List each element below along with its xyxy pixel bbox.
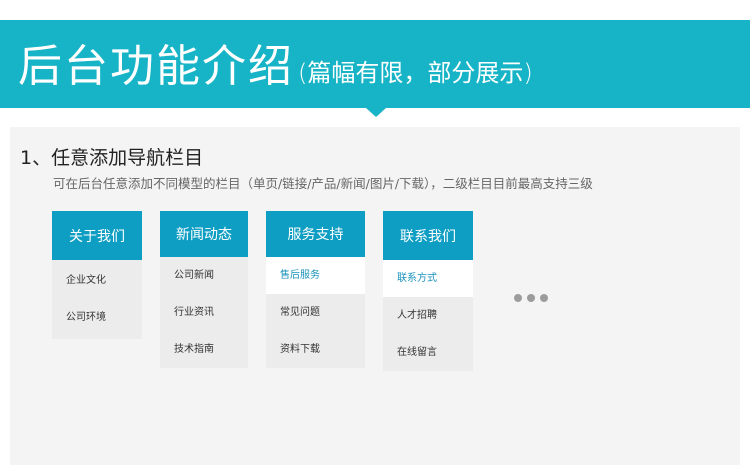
- ellipsis-icon: [514, 294, 548, 302]
- submenu-item-active[interactable]: 联系方式: [383, 260, 473, 297]
- banner-pointer: [366, 108, 386, 117]
- submenu-item[interactable]: 企业文化: [52, 260, 142, 299]
- nav-submenu: 企业文化 公司环境: [52, 260, 142, 339]
- submenu-item[interactable]: 常见问题: [266, 294, 365, 331]
- nav-menu-header[interactable]: 服务支持: [266, 211, 365, 257]
- ellipsis-dot: [540, 294, 548, 302]
- submenu-item[interactable]: 行业资讯: [160, 294, 248, 331]
- ellipsis-dot: [527, 294, 535, 302]
- banner-subtitle: (篇幅有限，部分展示): [298, 59, 533, 87]
- nav-menu-header[interactable]: 联系我们: [383, 211, 473, 260]
- nav-menu-header[interactable]: 关于我们: [52, 211, 142, 260]
- nav-menu-header[interactable]: 新闻动态: [160, 211, 248, 257]
- ellipsis-dot: [514, 294, 522, 302]
- submenu-item[interactable]: 资料下载: [266, 331, 365, 368]
- section-title: 1、任意添加导航栏目: [20, 147, 204, 169]
- submenu-item[interactable]: 在线留言: [383, 334, 473, 371]
- submenu-item[interactable]: 公司环境: [52, 299, 142, 339]
- submenu-item[interactable]: 人才招聘: [383, 297, 473, 334]
- nav-menu-about: 关于我们 企业文化 公司环境: [52, 211, 142, 339]
- submenu-item[interactable]: 公司新闻: [160, 257, 248, 294]
- submenu-item-active[interactable]: 售后服务: [266, 257, 365, 294]
- nav-submenu: 公司新闻 行业资讯 技术指南: [160, 257, 248, 368]
- nav-menu-service: 服务支持 售后服务 常见问题 资料下载: [266, 211, 365, 368]
- section-description: 可在后台任意添加不同模型的栏目（单页/链接/产品/新闻/图片/下载），二级栏目目…: [53, 176, 593, 191]
- nav-menu-news: 新闻动态 公司新闻 行业资讯 技术指南: [160, 211, 248, 368]
- nav-submenu: 联系方式 人才招聘 在线留言: [383, 260, 473, 371]
- nav-submenu: 售后服务 常见问题 资料下载: [266, 257, 365, 368]
- banner-title: 后台功能介绍 (篇幅有限，部分展示): [18, 45, 533, 95]
- header-banner: 后台功能介绍 (篇幅有限，部分展示): [0, 20, 750, 108]
- nav-menu-contact: 联系我们 联系方式 人才招聘 在线留言: [383, 211, 473, 371]
- banner-title-text: 后台功能介绍: [18, 41, 294, 92]
- submenu-item[interactable]: 技术指南: [160, 331, 248, 368]
